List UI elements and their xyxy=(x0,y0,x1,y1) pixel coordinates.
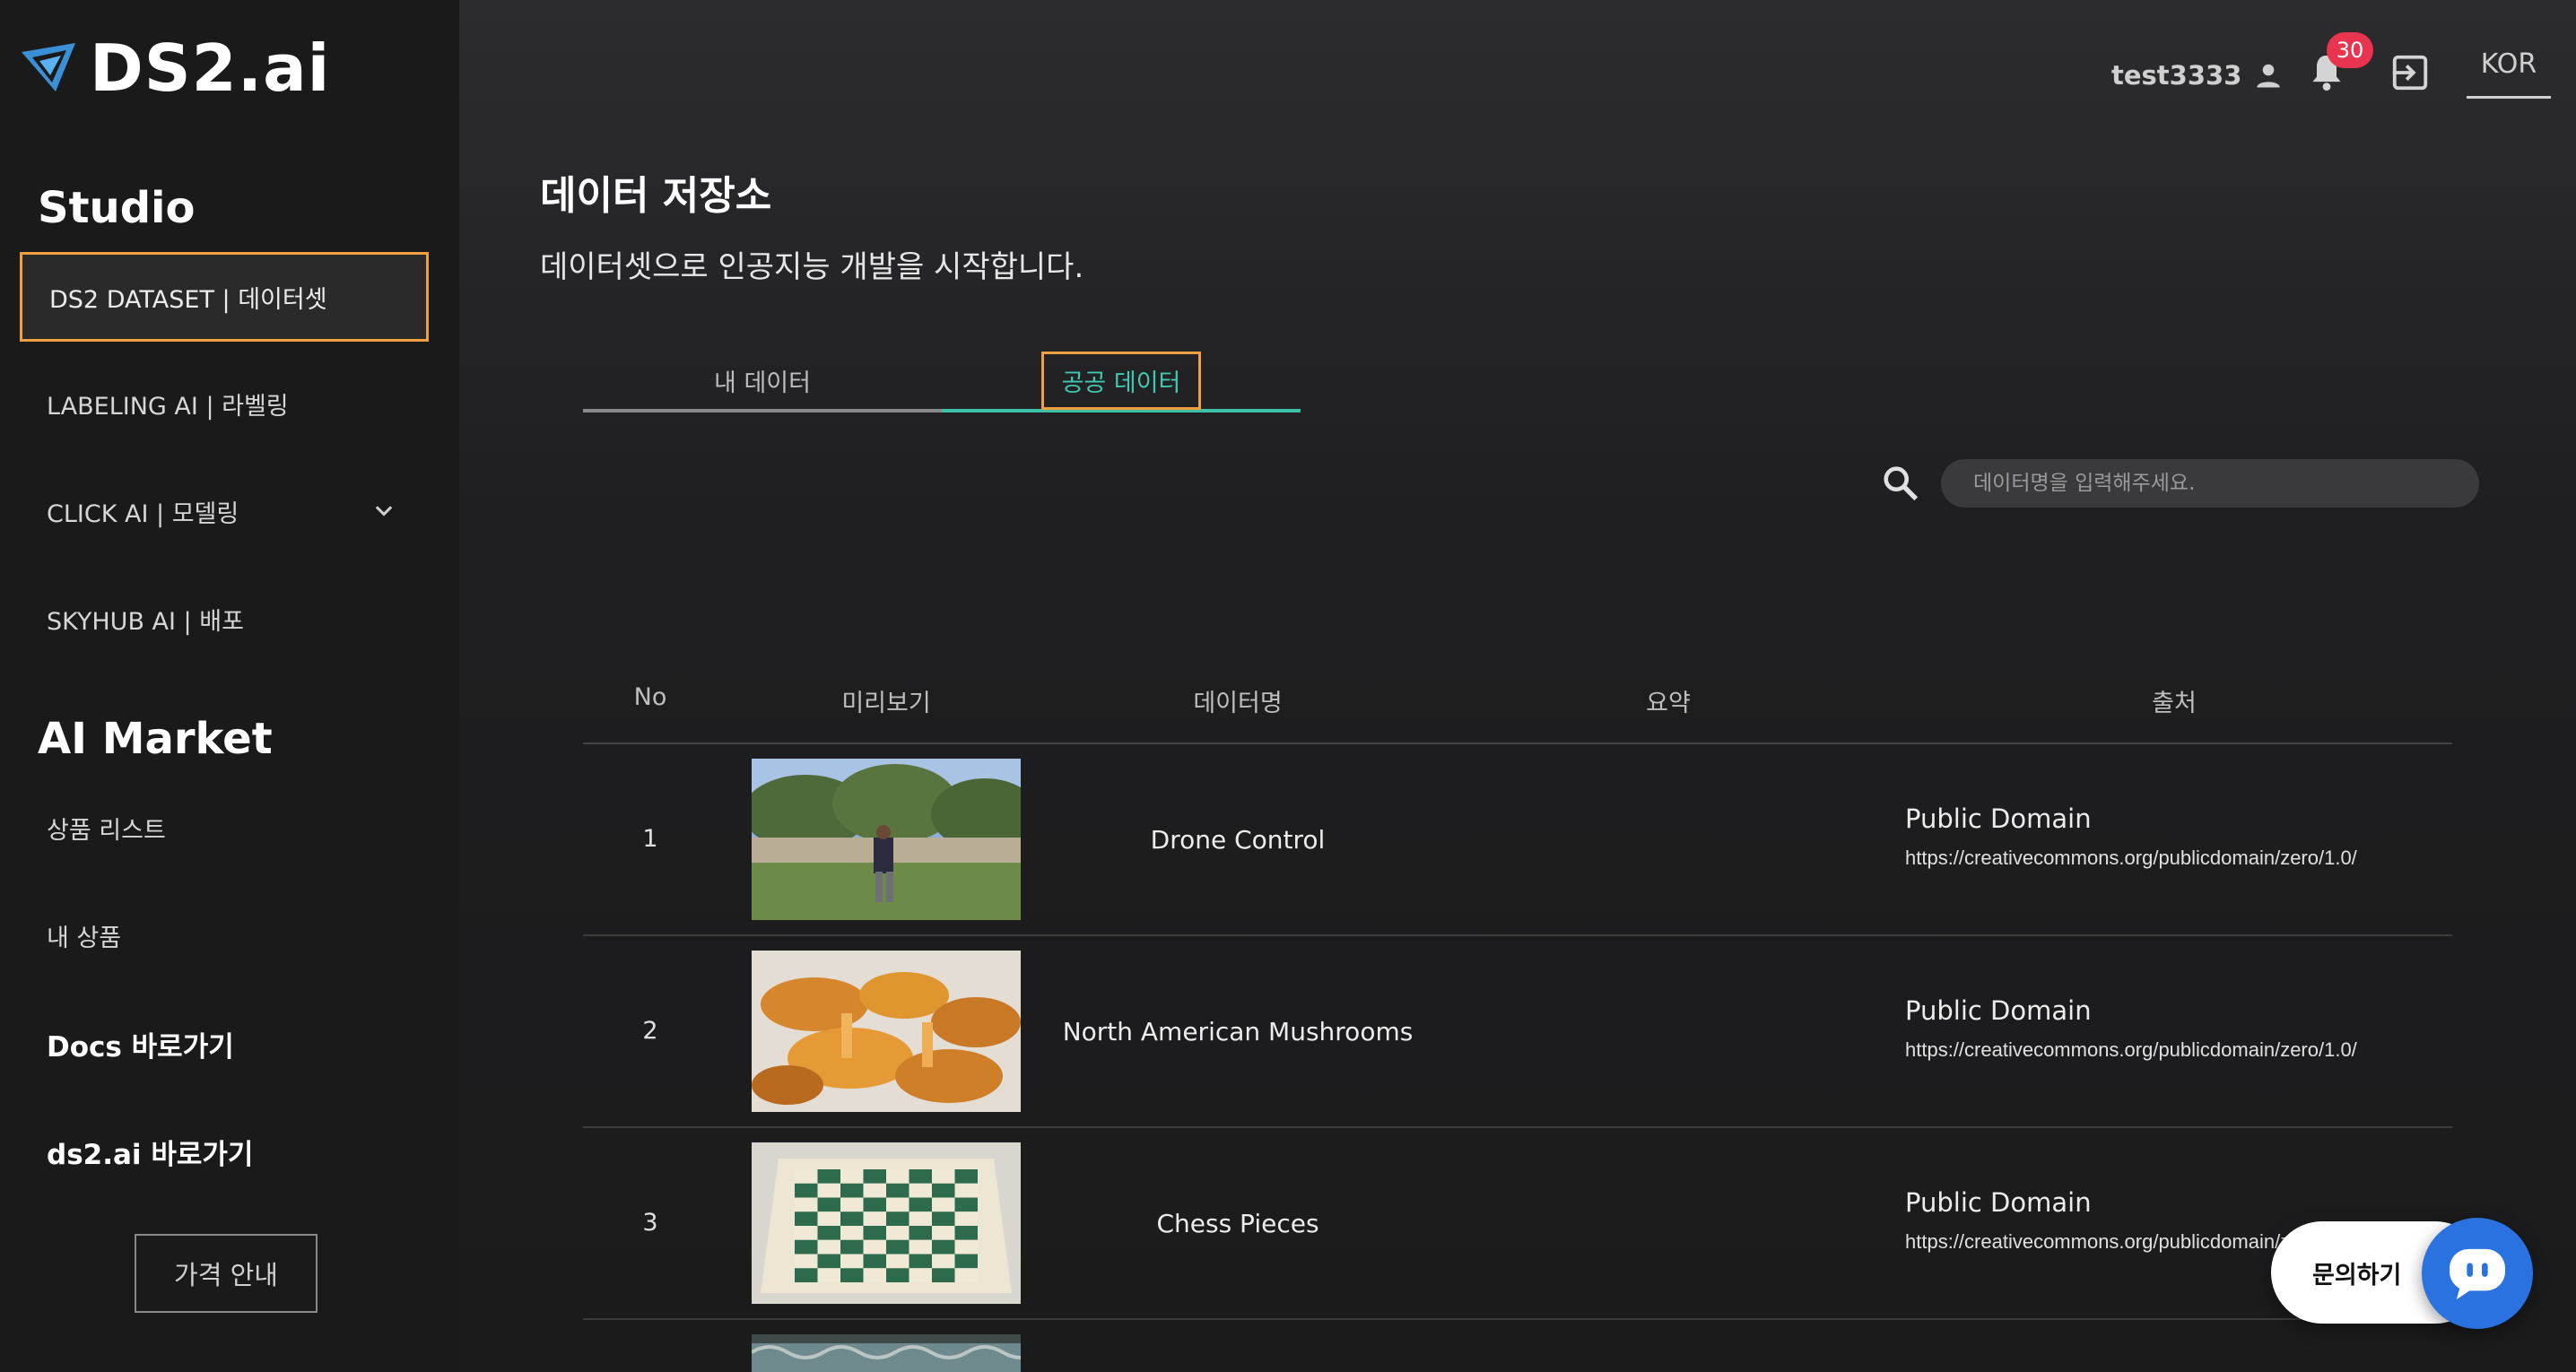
data-name[interactable]: North American Mushrooms xyxy=(1049,1017,1426,1046)
logout-icon[interactable] xyxy=(2389,52,2431,93)
preview-image[interactable] xyxy=(752,759,1021,920)
sidebar-item-label: LABELING AI | 라벨링 xyxy=(47,392,289,421)
column-header-no: No xyxy=(633,683,667,711)
source-cell: Public Domain https://creativecommons.or… xyxy=(1905,995,2357,1062)
sidebar-item-clickai[interactable]: CLICK AI | 모델링 xyxy=(20,466,429,556)
tab-label: 공공 데이터 xyxy=(1040,351,1202,410)
source-license: Public Domain xyxy=(1905,1187,2092,1218)
data-tabs: 내 데이터 공공 데이터 xyxy=(583,351,1301,416)
chat-icon xyxy=(2450,1248,2505,1300)
table-row[interactable]: 1 Drone Control Public Domain https://cr… xyxy=(583,744,2452,936)
data-name[interactable]: Chess Pieces xyxy=(1049,1209,1426,1238)
chevron-down-icon[interactable] xyxy=(371,499,396,524)
sidebar-item-product-list[interactable]: 상품 리스트 xyxy=(47,811,166,846)
search-icon[interactable] xyxy=(1880,463,1921,504)
pricing-button[interactable]: 가격 안내 xyxy=(135,1234,318,1313)
user-menu[interactable]: test3333 xyxy=(2111,59,2284,91)
sidebar-item-dataset[interactable]: DS2 DATASET | 데이터셋 xyxy=(20,252,429,342)
data-name[interactable]: Drone Control xyxy=(1049,825,1426,855)
preview-image[interactable] xyxy=(752,1334,1021,1372)
source-license: Public Domain xyxy=(1905,995,2092,1026)
source-url[interactable]: https://creativecommons.org/publicdomain… xyxy=(1905,1038,2357,1062)
source-url[interactable]: https://creativecommons.org/publicdomain… xyxy=(1905,847,2357,870)
page-subtitle: 데이터셋으로 인공지능 개발을 시작합니다. xyxy=(540,249,1084,285)
sidebar-item-label: SKYHUB AI | 배포 xyxy=(47,607,244,636)
contact-label: 문의하기 xyxy=(2312,1261,2402,1290)
sidebar-item-my-products[interactable]: 내 상품 xyxy=(47,918,121,953)
search-input[interactable] xyxy=(1941,459,2479,508)
source-license: Public Domain xyxy=(1905,803,2092,834)
table-row[interactable]: 3 Chess Pieces Public Domain https://cre… xyxy=(583,1128,2452,1320)
preview-image[interactable] xyxy=(752,951,1021,1112)
tab-my-data[interactable]: 내 데이터 xyxy=(583,352,942,412)
sidebar-item-label: CLICK AI | 모델링 xyxy=(47,499,239,528)
sidebar: DS2.ai Studio DS2 DATASET | 데이터셋 LABELIN… xyxy=(0,0,459,1372)
sidebar-item-skyhub[interactable]: SKYHUB AI | 배포 xyxy=(20,574,429,664)
column-header-summary: 요약 xyxy=(1646,690,1691,717)
row-number: 1 xyxy=(642,825,658,853)
ds2-logo-icon xyxy=(22,43,75,91)
market-section-title: AI Market xyxy=(38,714,273,764)
sidebar-item-label: DS2 DATASET | 데이터셋 xyxy=(49,285,327,314)
notification-badge: 30 xyxy=(2327,32,2373,68)
ds2ai-link[interactable]: ds2.ai 바로가기 xyxy=(47,1132,253,1172)
user-icon xyxy=(2257,64,2281,88)
sidebar-item-labeling[interactable]: LABELING AI | 라벨링 xyxy=(20,359,429,448)
tab-label: 내 데이터 xyxy=(714,369,811,397)
source-cell: Public Domain https://creativecommons.or… xyxy=(1905,803,2357,870)
table-header: No 미리보기 데이터명 요약 출처 xyxy=(583,664,2452,744)
preview-image[interactable] xyxy=(752,1142,1021,1304)
column-header-preview: 미리보기 xyxy=(841,690,931,717)
tab-public-data[interactable]: 공공 데이터 xyxy=(942,351,1301,412)
username: test3333 xyxy=(2111,60,2242,91)
docs-link[interactable]: Docs 바로가기 xyxy=(47,1024,234,1064)
chat-launcher[interactable] xyxy=(2422,1218,2533,1329)
column-header-name: 데이터명 xyxy=(1193,690,1283,717)
logo[interactable]: DS2.ai xyxy=(20,36,330,100)
row-number: 3 xyxy=(642,1209,658,1237)
page-title: 데이터 저장소 xyxy=(540,173,772,219)
column-header-source: 출처 xyxy=(2152,690,2197,717)
table-row[interactable]: 2 North American Mushrooms Public Domain… xyxy=(583,936,2452,1128)
brand-name: DS2.ai xyxy=(90,30,331,106)
studio-section-title: Studio xyxy=(38,183,196,233)
language-selector[interactable]: KOR xyxy=(2467,48,2551,99)
row-number: 2 xyxy=(642,1017,658,1045)
